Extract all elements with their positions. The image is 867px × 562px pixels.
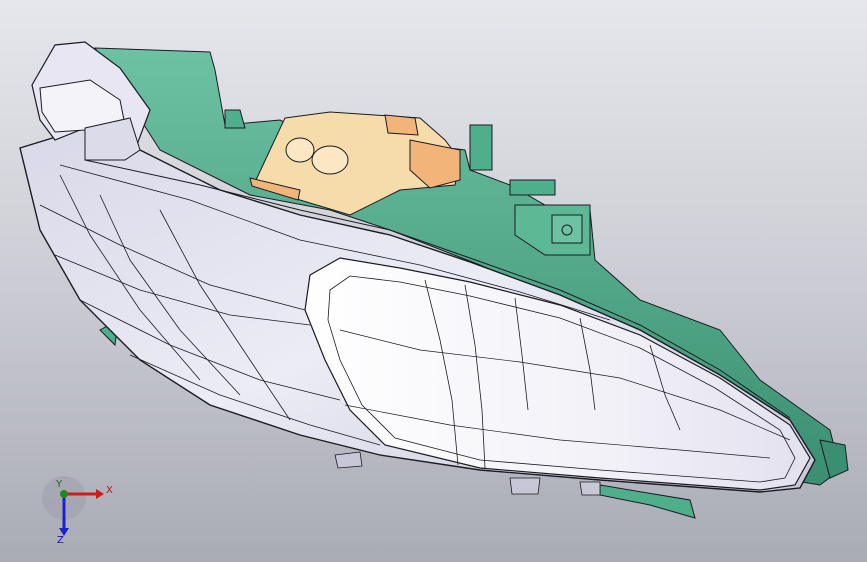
y-axis-label: Y [56, 479, 63, 490]
coordinate-triad: X Y Z [30, 470, 140, 555]
x-axis-head-icon [96, 489, 104, 499]
y-axis-dot-icon [60, 490, 68, 498]
z-axis-label: Z [57, 535, 64, 546]
triad-icon [42, 476, 104, 536]
x-axis-label: X [106, 485, 113, 496]
graphics-viewport[interactable]: X Y Z [0, 0, 867, 562]
